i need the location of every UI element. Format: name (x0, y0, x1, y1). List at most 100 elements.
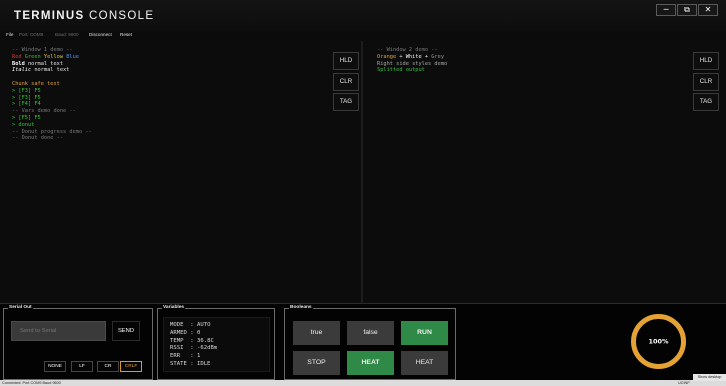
log1-line: > [F4] F4 (12, 101, 41, 108)
variable-row: MODE : AUTO (170, 322, 210, 328)
variable-name: ERR (170, 353, 181, 360)
variable-row: TEMP : 36.8C (170, 338, 214, 344)
log1-segment: Yellow (43, 53, 67, 60)
log1-segment: Blue (66, 53, 79, 60)
menu-file[interactable]: File (6, 32, 13, 37)
progress-donut-label: 100% (648, 338, 669, 346)
variable-value: 36.8C (196, 337, 214, 344)
variable-value: 0 (196, 329, 201, 336)
variable-separator: : (183, 337, 197, 344)
booleans-group: Booleans true false RUN STOP HEAT HEAT (284, 305, 456, 380)
log2-segment: + (396, 53, 406, 60)
line-ending-lf[interactable]: LF (71, 361, 93, 372)
bottom-panel: Serial Out SEND NONE LF CR CRLF Variable… (0, 303, 726, 380)
show-desktop-button[interactable]: Show desktop (693, 374, 726, 381)
log2-line: Splitted output (377, 67, 425, 74)
variables-title: Variables (162, 305, 186, 310)
variable-value: IDLE (196, 361, 211, 367)
variable-row: ERR : 1 (170, 353, 200, 359)
variables-group: Variables MODE : AUTO ARMED : 0 TEMP : 36.… (157, 305, 275, 380)
line-ending-crlf[interactable]: CRLF (120, 361, 142, 372)
serial-out-title: Serial Out (8, 305, 33, 310)
serial-send-input[interactable] (11, 321, 106, 341)
terminal-log-2: -- Window 2 demo -- Orange + White + Grey… (377, 47, 447, 74)
log1-line: Bold normal text (12, 61, 92, 68)
boolean-toggle-heat[interactable]: HEAT (347, 351, 394, 375)
log1-line (12, 74, 92, 81)
status-bar: Connected: Port COM9 Baud 9600 UCINP (0, 380, 726, 386)
hold-button-1[interactable]: HLD (333, 52, 359, 70)
variable-value: 1 (196, 353, 201, 360)
variable-separator: : (186, 329, 197, 336)
app-title-light: CONSOLE (88, 10, 155, 22)
variable-name: RSSI (170, 345, 184, 352)
boolean-toggle-true[interactable]: true (293, 321, 340, 345)
hold-button-2[interactable]: HLD (693, 52, 719, 70)
serial-out-group: Serial Out SEND NONE LF CR CRLF (3, 305, 153, 380)
variable-name: ARMED (170, 329, 187, 336)
variable-name: STATE (170, 361, 187, 367)
menu-port[interactable]: Port: COM9 (19, 32, 43, 37)
menu-reset[interactable]: Reset (120, 32, 132, 37)
clear-button-1[interactable]: CLR (333, 73, 359, 91)
log1-line: Italic normal text (12, 67, 92, 74)
log1-segment: normal text (31, 67, 70, 74)
tag-button-1[interactable]: TAG (333, 93, 359, 111)
boolean-toggle-false[interactable]: false (347, 321, 394, 345)
log1-line: > [F5] F5 (12, 114, 41, 121)
tag-button-2[interactable]: TAG (693, 93, 719, 111)
variable-row: STATE : IDLE (170, 361, 210, 367)
log1-line: Red Green Yellow Blue (12, 54, 92, 61)
log1-line: -- Donut progress demo -- (12, 128, 92, 135)
progress-donut: 100% (631, 314, 686, 369)
menu-bar: File Port: COM9 Baud: 9600 Disconnect Re… (0, 31, 726, 39)
variables-list: MODE : AUTO ARMED : 0 TEMP : 36.8C RSSI : -… (163, 317, 270, 372)
minimize-icon[interactable]: ─ (656, 4, 676, 16)
close-icon[interactable]: ✕ (698, 4, 718, 16)
variable-row: ARMED : 0 (170, 330, 200, 336)
app-title: TERMINUS CONSOLE (14, 10, 154, 22)
log1-line: > [F3] F5 (12, 87, 41, 94)
log1-segment: normal text (24, 60, 64, 67)
menu-disconnect[interactable]: Disconnect (89, 32, 112, 37)
log2-segment: + (421, 53, 432, 60)
variable-separator: : (186, 361, 197, 367)
log2-segment: Grey (431, 53, 445, 60)
variable-name: MODE (170, 322, 184, 328)
boolean-toggle-heat[interactable]: HEAT (401, 351, 448, 375)
title-bar: TERMINUS CONSOLE ─ ⧉ ✕ (0, 0, 726, 31)
log2-line: Orange + White + Grey (377, 54, 447, 61)
log1-line: Chunk safe test (12, 80, 60, 87)
restore-icon[interactable]: ⧉ (677, 4, 697, 16)
boolean-toggle-stop[interactable]: STOP (293, 351, 340, 375)
menu-baud[interactable]: Baud: 9600 (55, 32, 79, 37)
log2-line: Right side styles demo (377, 60, 448, 67)
variable-value: -62dBm (196, 345, 218, 352)
log1-segment: Green (24, 53, 44, 60)
booleans-title: Booleans (289, 305, 313, 310)
variable-separator: : (183, 345, 197, 352)
log1-line: > [F3] F5 (12, 94, 41, 101)
boolean-toggle-run[interactable]: RUN (401, 321, 448, 345)
log1-line: -- Donut done -- (12, 135, 64, 142)
terminal-log-1: -- Window 1 demo -- Red Green Yellow Blue… (12, 47, 92, 142)
line-ending-none[interactable]: NONE (44, 361, 66, 372)
status-right-text: UCINP (678, 380, 690, 385)
variable-row: RSSI : -62dBm (170, 345, 217, 351)
variable-separator: : (180, 353, 197, 360)
clear-button-2[interactable]: CLR (693, 73, 719, 91)
variable-name: TEMP (170, 337, 184, 344)
variable-separator: : (183, 322, 197, 328)
status-text: Connected: Port COM9 Baud 9600 (2, 380, 61, 385)
send-button[interactable]: SEND (112, 321, 140, 341)
log2-segment: Orange (377, 53, 397, 60)
log1-segment: Red (12, 53, 25, 60)
log2-line: -- Window 2 demo -- (377, 47, 438, 53)
log1-segment: Italic (12, 67, 32, 74)
terminal-window-2[interactable]: -- Window 2 demo -- Orange + White + Grey… (363, 41, 726, 303)
app-title-bold: TERMINUS (14, 10, 85, 22)
terminal-window-1[interactable]: -- Window 1 demo -- Red Green Yellow Blue… (0, 41, 361, 303)
log1-line: -- Vars demo done -- (12, 108, 76, 115)
log1-line: -- Window 1 demo -- (12, 47, 73, 53)
line-ending-cr[interactable]: CR (97, 361, 119, 372)
